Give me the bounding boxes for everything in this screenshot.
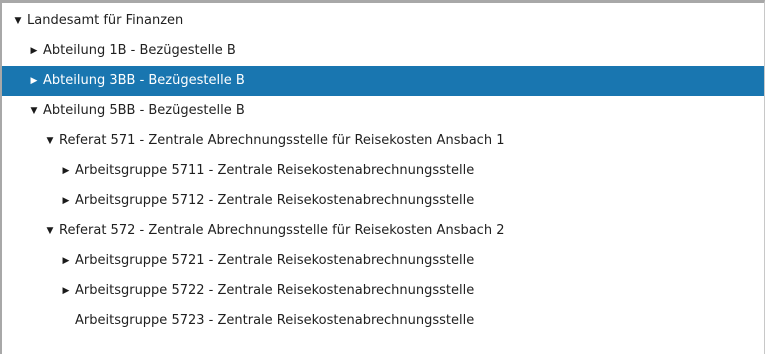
tree-node-referat-572[interactable]: ▼ Referat 572 - Zentrale Abrechnungsstel… [2, 216, 764, 246]
triangle-right-icon[interactable]: ▶ [60, 246, 72, 276]
triangle-right-icon[interactable]: ▶ [28, 36, 40, 66]
triangle-down-icon[interactable]: ▼ [44, 126, 56, 156]
triangle-right-icon[interactable]: ▶ [28, 66, 40, 96]
tree-node-abteilung-5bb[interactable]: ▼ Abteilung 5BB - Bezügestelle B [2, 96, 764, 126]
tree-node-label: Abteilung 5BB - Bezügestelle B [43, 103, 245, 118]
tree-node-label: Referat 571 - Zentrale Abrechnungsstelle… [59, 133, 505, 148]
triangle-down-icon[interactable]: ▼ [28, 96, 40, 126]
tree-node-arbeitsgruppe-5712[interactable]: ▶ Arbeitsgruppe 5712 - Zentrale Reisekos… [2, 186, 764, 216]
tree-node-label: Referat 572 - Zentrale Abrechnungsstelle… [59, 223, 505, 238]
triangle-right-icon[interactable]: ▶ [60, 156, 72, 186]
tree-node-arbeitsgruppe-5723[interactable]: Arbeitsgruppe 5723 - Zentrale Reisekoste… [2, 306, 764, 336]
tree-view-panel: ▼ Landesamt für Finanzen ▶ Abteilung 1B … [0, 0, 765, 354]
triangle-right-icon[interactable]: ▶ [60, 276, 72, 306]
triangle-right-icon[interactable]: ▶ [60, 186, 72, 216]
tree-node-arbeitsgruppe-5722[interactable]: ▶ Arbeitsgruppe 5722 - Zentrale Reisekos… [2, 276, 764, 306]
triangle-down-icon[interactable]: ▼ [44, 216, 56, 246]
tree-node-label: Arbeitsgruppe 5723 - Zentrale Reisekoste… [75, 313, 475, 328]
tree-node-arbeitsgruppe-5721[interactable]: ▶ Arbeitsgruppe 5721 - Zentrale Reisekos… [2, 246, 764, 276]
tree-node-label: Arbeitsgruppe 5711 - Zentrale Reisekoste… [75, 163, 475, 178]
tree-node-arbeitsgruppe-5711[interactable]: ▶ Arbeitsgruppe 5711 - Zentrale Reisekos… [2, 156, 764, 186]
tree-node-label: Abteilung 3BB - Bezügestelle B [43, 73, 245, 88]
tree-node-referat-571[interactable]: ▼ Referat 571 - Zentrale Abrechnungsstel… [2, 126, 764, 156]
tree-node-label: Arbeitsgruppe 5721 - Zentrale Reisekoste… [75, 253, 475, 268]
tree-node-landesamt[interactable]: ▼ Landesamt für Finanzen [2, 6, 764, 36]
tree-node-label: Landesamt für Finanzen [27, 13, 184, 28]
org-tree: ▼ Landesamt für Finanzen ▶ Abteilung 1B … [2, 6, 764, 336]
tree-node-abteilung-3bb[interactable]: ▶ Abteilung 3BB - Bezügestelle B [2, 66, 764, 96]
tree-node-label: Arbeitsgruppe 5712 - Zentrale Reisekoste… [75, 193, 475, 208]
tree-node-label: Arbeitsgruppe 5722 - Zentrale Reisekoste… [75, 283, 475, 298]
tree-node-abteilung-1b[interactable]: ▶ Abteilung 1B - Bezügestelle B [2, 36, 764, 66]
tree-node-label: Abteilung 1B - Bezügestelle B [43, 43, 236, 58]
triangle-down-icon[interactable]: ▼ [12, 6, 24, 36]
